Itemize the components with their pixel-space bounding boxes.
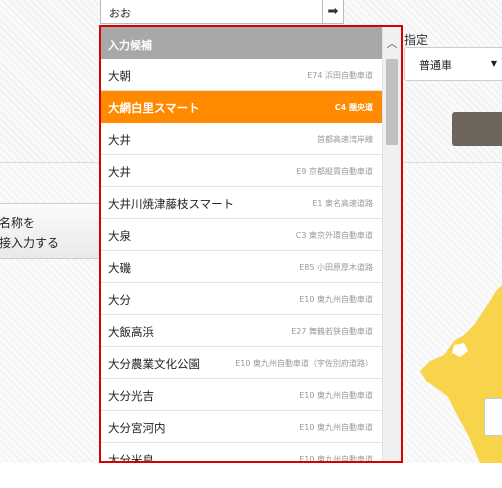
suggestion-item[interactable]: 大磯 E85 小田原厚木道路 <box>101 251 382 283</box>
japan-map[interactable] <box>420 285 502 463</box>
vehicle-type-value: 普通車 <box>419 59 452 72</box>
suggestion-item[interactable]: 大分農業文化公園 E10 東九州自動車道（宇佐別府道路） <box>101 347 382 379</box>
arrow-right-icon: ➡ <box>327 4 339 19</box>
search-input[interactable]: おお <box>100 0 324 24</box>
suggestion-item-selected[interactable]: 大網白里スマート C4 圏央道 <box>101 91 382 123</box>
dropdown-scrollbar[interactable]: ︿ <box>382 27 401 461</box>
suggestion-name: 大井 <box>108 133 131 147</box>
suggestion-name: 大朝 <box>108 69 131 83</box>
suggestion-item[interactable]: 大分米良 E10 東九州自動車道 <box>101 443 382 463</box>
suggestion-item[interactable]: 大飯高浜 E27 舞鶴若狭自動車道 <box>101 315 382 347</box>
suggestion-name: 大飯高浜 <box>108 325 154 339</box>
direct-input-line1: 名称を <box>0 216 36 230</box>
suggestion-name: 大泉 <box>108 229 131 243</box>
suggestion-route: E9 京都縦貫自動車道 <box>296 167 373 176</box>
suggestion-route: E10 東九州自動車道（宇佐別府道路） <box>235 359 373 368</box>
suggestion-name: 大井 <box>108 165 131 179</box>
suggestion-route: E10 東九州自動車道 <box>299 391 373 400</box>
suggestion-route: C4 圏央道 <box>334 103 373 112</box>
search-go-button[interactable]: ➡ <box>322 0 344 24</box>
suggestion-name: 大分米良 <box>108 453 154 463</box>
suggestion-route: E74 浜田自動車道 <box>307 71 373 80</box>
vehicle-type-select[interactable]: 普通車 ▼ <box>404 47 502 81</box>
suggestion-route: E27 舞鶴若狭自動車道 <box>291 327 373 336</box>
suggestion-name: 大分宮河内 <box>108 421 166 435</box>
suggestion-name: 大分光吉 <box>108 389 154 403</box>
suggestion-route: 首都高速湾岸線 <box>317 135 373 144</box>
suggestion-route: E1 東名高速道路 <box>312 199 373 208</box>
suggestions-header: 入力候補 <box>101 27 382 59</box>
search-submit-button[interactable] <box>452 112 502 146</box>
map-control-button[interactable] <box>484 398 502 436</box>
autocomplete-dropdown[interactable]: 入力候補 大朝 E74 浜田自動車道大網白里スマート C4 圏央道大井 首都高速湾岸線… <box>99 25 403 463</box>
suggestion-name: 大分農業文化公園 <box>108 357 200 371</box>
suggestion-item[interactable]: 大分宮河内 E10 東九州自動車道 <box>101 411 382 443</box>
page-footer-area <box>0 463 502 488</box>
suggestion-route: E10 東九州自動車道 <box>299 295 373 304</box>
suggestion-name: 大井川焼津藤枝スマート <box>108 197 235 211</box>
suggestion-item[interactable]: 大分光吉 E10 東九州自動車道 <box>101 379 382 411</box>
suggestion-item[interactable]: 大分 E10 東九州自動車道 <box>101 283 382 315</box>
suggestion-list: 大朝 E74 浜田自動車道 大網白里スマート C4 圏央道 大井 首都高速湾岸線 大井 E9 … <box>101 59 382 463</box>
suggestion-name: 大網白里スマート <box>108 101 200 115</box>
suggestion-item[interactable]: 大井 首都高速湾岸線 <box>101 123 382 155</box>
scroll-up-icon[interactable]: ︿ <box>383 27 401 59</box>
suggestion-route: E10 東九州自動車道 <box>299 455 373 463</box>
chevron-down-icon: ▼ <box>490 59 497 68</box>
direct-input-line2: 接入力する <box>0 236 60 250</box>
suggestion-item[interactable]: 大井 E9 京都縦貫自動車道 <box>101 155 382 187</box>
specify-label: 指定 <box>404 33 429 47</box>
suggestion-route: C3 東京外環自動車道 <box>295 231 373 240</box>
suggestion-route: E10 東九州自動車道 <box>299 423 373 432</box>
map-landmass <box>420 285 502 463</box>
suggestion-item[interactable]: 大泉 C3 東京外環自動車道 <box>101 219 382 251</box>
suggestion-route: E85 小田原厚木道路 <box>299 263 373 272</box>
suggestion-name: 大分 <box>108 293 131 307</box>
suggestion-item[interactable]: 大井川焼津藤枝スマート E1 東名高速道路 <box>101 187 382 219</box>
scroll-thumb[interactable] <box>386 59 398 145</box>
suggestion-item[interactable]: 大朝 E74 浜田自動車道 <box>101 59 382 91</box>
suggestion-name: 大磯 <box>108 261 131 275</box>
direct-input-button[interactable]: 名称を 接入力する <box>0 203 102 259</box>
